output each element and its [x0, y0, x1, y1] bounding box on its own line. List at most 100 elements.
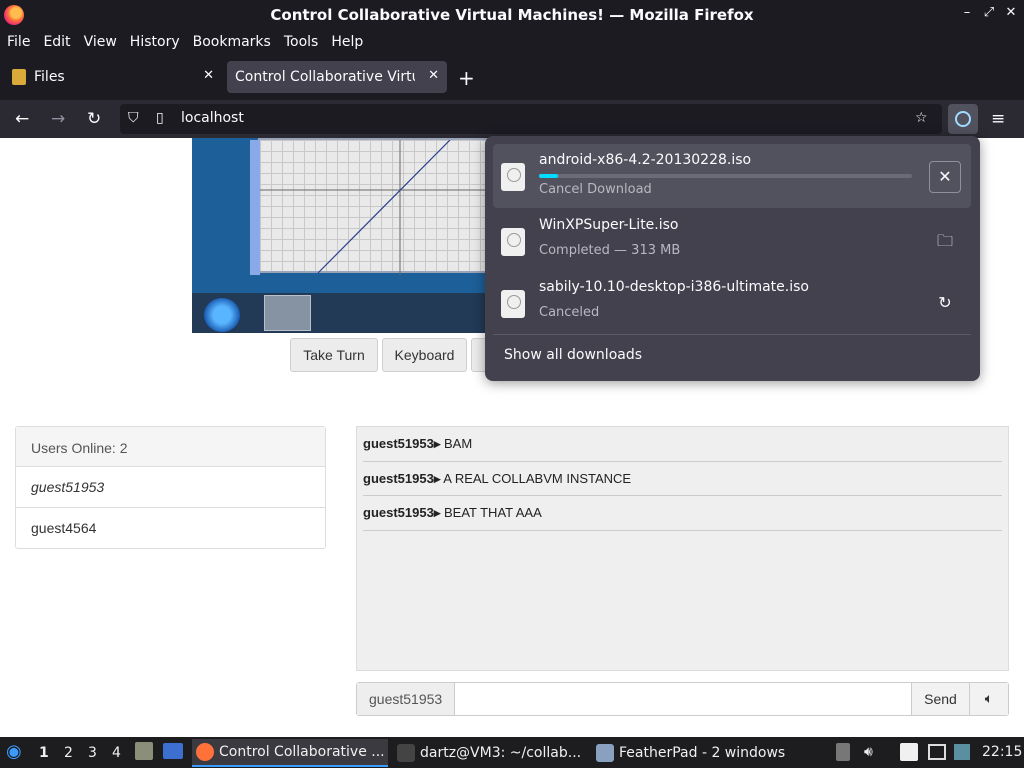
take-turn-button[interactable]: Take Turn: [290, 338, 378, 372]
task-label: dartz@VM3: ~/collab...: [420, 745, 582, 761]
workspace-2[interactable]: 2: [64, 745, 73, 761]
shield-icon[interactable]: ⛉: [128, 110, 139, 126]
navigation-bar: ← → ↻ ⛉ ▯ localhost ☆ ≡: [0, 100, 1024, 138]
url-bar[interactable]: ⛉ ▯ localhost ☆: [120, 104, 942, 134]
chat-message: guest51953▸ BAM: [363, 427, 1002, 462]
reload-icon[interactable]: ↻: [87, 109, 101, 129]
task-label: Control Collaborative ...: [219, 744, 385, 760]
chat-text: BEAT THAT AAA: [443, 505, 542, 520]
volume-icon[interactable]: 🔊︎: [864, 744, 873, 760]
folder-icon: [12, 69, 26, 85]
new-tab-icon[interactable]: +: [458, 66, 475, 90]
forward-icon[interactable]: →: [51, 109, 65, 129]
terminal-icon: [397, 744, 415, 762]
cancel-download-icon[interactable]: ✕: [929, 161, 961, 193]
window-title: Control Collaborative Virtual Machines! …: [270, 6, 754, 24]
file-manager-icon[interactable]: [135, 742, 153, 760]
download-progress-icon: [955, 111, 971, 127]
download-progress-fill: [539, 174, 558, 178]
menu-history[interactable]: History: [130, 34, 180, 50]
download-status: Canceled: [539, 305, 600, 320]
retry-download-icon[interactable]: ↻: [929, 288, 961, 320]
download-status: Cancel Download: [539, 182, 652, 197]
menu-edit[interactable]: Edit: [43, 34, 70, 50]
users-panel: Users Online: 2 guest51953 guest4564: [15, 426, 326, 549]
tab-bar: Files ✕ Control Collaborative Virtual Ma…: [0, 54, 1024, 100]
tab-label: Files: [34, 69, 65, 85]
download-filename: sabily-10.10-desktop-i386-ultimate.iso: [539, 279, 809, 295]
download-status: Completed — 313 MB: [539, 243, 681, 258]
os-taskbar: ◉ 1 2 3 4 Control Collaborative ... dart…: [0, 737, 1024, 768]
iso-file-icon: [501, 290, 525, 318]
tray-clipboard-icon[interactable]: [836, 743, 850, 761]
keyboard-button[interactable]: Keyboard: [382, 338, 467, 372]
taskbar-task-firefox[interactable]: Control Collaborative ...: [192, 739, 388, 767]
chat-message: guest51953▸ A REAL COLLABVM INSTANCE: [363, 462, 1002, 496]
chat-username: guest51953▸: [363, 436, 441, 451]
send-button[interactable]: Send: [911, 683, 969, 715]
downloads-button[interactable]: [948, 104, 978, 134]
speaker-icon[interactable]: 🔈︎: [969, 683, 1008, 715]
user-list-item[interactable]: guest4564: [16, 508, 325, 549]
taskbar-task-featherpad[interactable]: FeatherPad - 2 windows: [592, 739, 792, 767]
chat-nickname[interactable]: guest51953: [357, 683, 455, 715]
vm-start-button-icon[interactable]: [204, 298, 240, 332]
chat-log[interactable]: guest51953▸ BAM guest51953▸ A REAL COLLA…: [356, 426, 1009, 671]
iso-file-icon: [501, 228, 525, 256]
url-text[interactable]: localhost: [181, 110, 244, 126]
show-desktop-icon[interactable]: [163, 743, 183, 759]
network-icon[interactable]: [954, 744, 970, 760]
chat-input[interactable]: [455, 683, 911, 715]
clock[interactable]: 22:15: [982, 744, 1022, 760]
menu-bookmarks[interactable]: Bookmarks: [193, 34, 271, 50]
tab-files[interactable]: Files ✕: [4, 61, 222, 93]
vm-display[interactable]: [192, 138, 492, 333]
chat-username: guest51953▸: [363, 470, 441, 486]
users-online-header: Users Online: 2: [16, 427, 325, 467]
open-folder-icon[interactable]: 🗀︎: [929, 226, 961, 258]
divider: [493, 334, 971, 335]
vm-graph-plot: [260, 140, 492, 275]
chat-text: A REAL COLLABVM INSTANCE: [443, 470, 632, 486]
download-item[interactable]: sabily-10.10-desktop-i386-ultimate.iso C…: [493, 271, 971, 335]
downloads-panel: android-x86-4.2-20130228.iso Cancel Down…: [485, 136, 980, 381]
task-label: FeatherPad - 2 windows: [619, 745, 786, 761]
hamburger-menu-icon[interactable]: ≡: [991, 109, 1005, 129]
menu-view[interactable]: View: [84, 34, 117, 50]
workspace-4[interactable]: 4: [112, 745, 121, 761]
workspace-1[interactable]: 1: [39, 745, 49, 761]
download-filename: android-x86-4.2-20130228.iso: [539, 152, 752, 168]
menu-help[interactable]: Help: [331, 34, 363, 50]
iso-file-icon: [501, 163, 525, 191]
show-all-downloads-button[interactable]: Show all downloads: [504, 347, 642, 363]
close-tab-icon[interactable]: ✕: [428, 68, 439, 83]
back-icon[interactable]: ←: [15, 109, 29, 129]
chat-text: BAM: [443, 436, 473, 451]
tab-collabvm[interactable]: Control Collaborative Virtual Machines! …: [227, 61, 447, 93]
download-item[interactable]: android-x86-4.2-20130228.iso Cancel Down…: [493, 144, 971, 208]
vm-taskbar-app-icon[interactable]: [264, 295, 311, 331]
maximize-icon[interactable]: ⤢: [982, 5, 996, 20]
featherpad-icon: [596, 744, 614, 762]
chat-input-group: guest51953 Send 🔈︎: [356, 682, 1009, 716]
menu-file[interactable]: File: [7, 34, 30, 50]
chat-username: guest51953▸: [363, 505, 441, 520]
download-item[interactable]: WinXPSuper-Lite.iso Completed — 313 MB 🗀…: [493, 209, 971, 273]
tray-screen-icon[interactable]: [928, 744, 946, 760]
minimize-icon[interactable]: –: [960, 5, 974, 20]
tray-notes-icon[interactable]: [900, 743, 918, 761]
download-filename: WinXPSuper-Lite.iso: [539, 217, 679, 233]
close-tab-icon[interactable]: ✕: [203, 68, 214, 83]
chat-message: guest51953▸ BEAT THAT AAA: [363, 496, 1002, 531]
bookmark-star-icon[interactable]: ☆: [915, 110, 928, 126]
menu-tools[interactable]: Tools: [284, 34, 319, 50]
app-menu-icon[interactable]: ◉: [6, 741, 22, 762]
close-window-icon[interactable]: ✕: [1004, 5, 1018, 20]
page-icon[interactable]: ▯: [156, 110, 164, 126]
user-list-item[interactable]: guest51953: [16, 467, 325, 508]
vm-graph-window: [250, 138, 492, 275]
workspace-3[interactable]: 3: [88, 745, 97, 761]
firefox-icon: [196, 743, 214, 761]
download-progress-bar: [539, 174, 912, 178]
taskbar-task-terminal[interactable]: dartz@VM3: ~/collab...: [393, 739, 585, 767]
